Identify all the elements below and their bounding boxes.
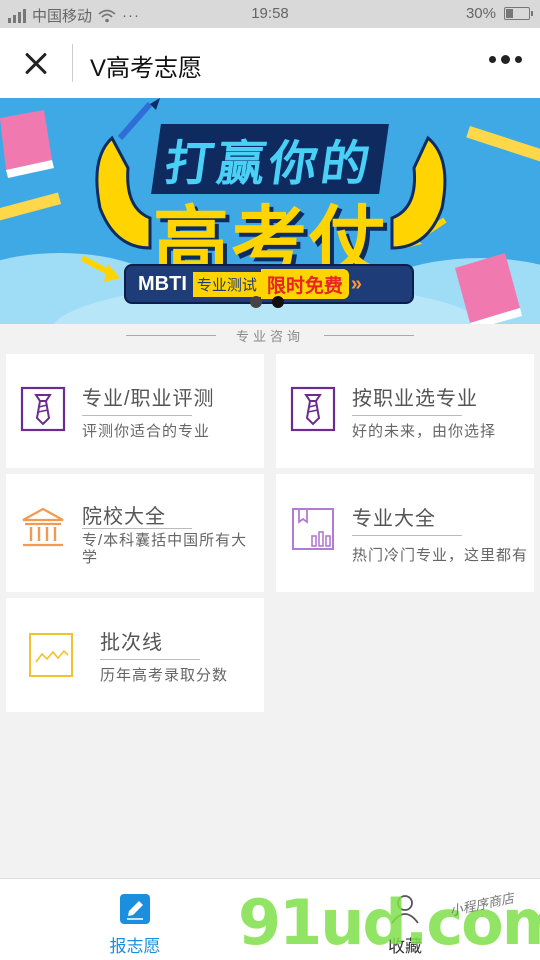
promo-banner[interactable]: 打赢你的 高考仗 MBTI 专业测试 限时免费 » <box>0 98 540 324</box>
more-icon[interactable] <box>489 55 522 64</box>
promo-subtitle: 专业测试 <box>192 271 261 297</box>
tab-label: 报志愿 <box>109 937 161 956</box>
tie-icon <box>290 386 336 432</box>
card-divider <box>100 659 200 660</box>
card-divider <box>352 535 462 536</box>
tab-apply[interactable]: 报志愿 <box>45 879 225 960</box>
card-title: 批次线 <box>100 632 163 654</box>
card-divider <box>82 528 192 529</box>
status-bar: 中国移动 ··· 19:58 30% <box>0 0 540 28</box>
card-all-majors[interactable]: 专业大全 热门冷门专业，这里都有 <box>276 474 534 592</box>
page-title: V高考志愿 <box>90 55 203 82</box>
card-divider <box>352 415 462 416</box>
title-bar: V高考志愿 <box>0 28 540 98</box>
promo-free-badge: 限时免费 <box>260 269 349 299</box>
status-right: 30% <box>465 5 533 22</box>
pencil-icon <box>120 894 150 924</box>
card-major-by-career[interactable]: 按职业选专业 好的未来，由你选择 <box>276 354 534 468</box>
card-universities[interactable]: 院校大全 专/本科囊括中国所有大学 <box>6 474 264 592</box>
card-subtitle: 热门冷门专业，这里都有 <box>352 547 529 564</box>
carousel-dot-2[interactable] <box>272 296 284 308</box>
tab-label: 收藏 <box>388 937 422 956</box>
battery-level <box>506 9 513 18</box>
card-subtitle: 专/本科囊括中国所有大学 <box>82 532 248 566</box>
card-title: 按职业选专业 <box>352 388 478 410</box>
card-score-lines[interactable]: 批次线 历年高考录取分数 <box>6 598 264 712</box>
card-title: 专业/职业评测 <box>82 388 215 410</box>
user-icon <box>391 895 419 924</box>
bottom-tab-bar: 报志愿 收藏 <box>0 878 540 960</box>
card-title: 专业大全 <box>352 508 436 530</box>
card-title: 院校大全 <box>82 506 166 528</box>
tie-icon <box>20 386 66 432</box>
card-subtitle: 历年高考录取分数 <box>100 667 229 684</box>
battery-icon <box>504 7 533 20</box>
card-divider <box>82 415 192 416</box>
section-title: 专业咨询 <box>0 326 540 346</box>
carousel-indicator <box>250 296 284 308</box>
close-icon[interactable] <box>18 46 54 80</box>
line-chart-icon <box>29 633 73 677</box>
card-subtitle: 好的未来，由你选择 <box>352 423 497 440</box>
clock: 19:58 <box>251 5 289 22</box>
card-subtitle: 评测你适合的专业 <box>82 423 211 440</box>
carousel-dot-1[interactable] <box>250 296 262 308</box>
book-chart-icon <box>292 508 334 550</box>
battery-percent: 30% <box>465 5 496 22</box>
university-icon <box>22 507 64 547</box>
card-career-assessment[interactable]: 专业/职业评测 评测你适合的专业 <box>6 354 264 468</box>
double-chevron-icon: » <box>350 272 363 295</box>
promo-mbti: MBTI <box>138 272 187 295</box>
tab-favorites[interactable]: 收藏 <box>315 879 495 960</box>
title-divider <box>72 44 73 82</box>
